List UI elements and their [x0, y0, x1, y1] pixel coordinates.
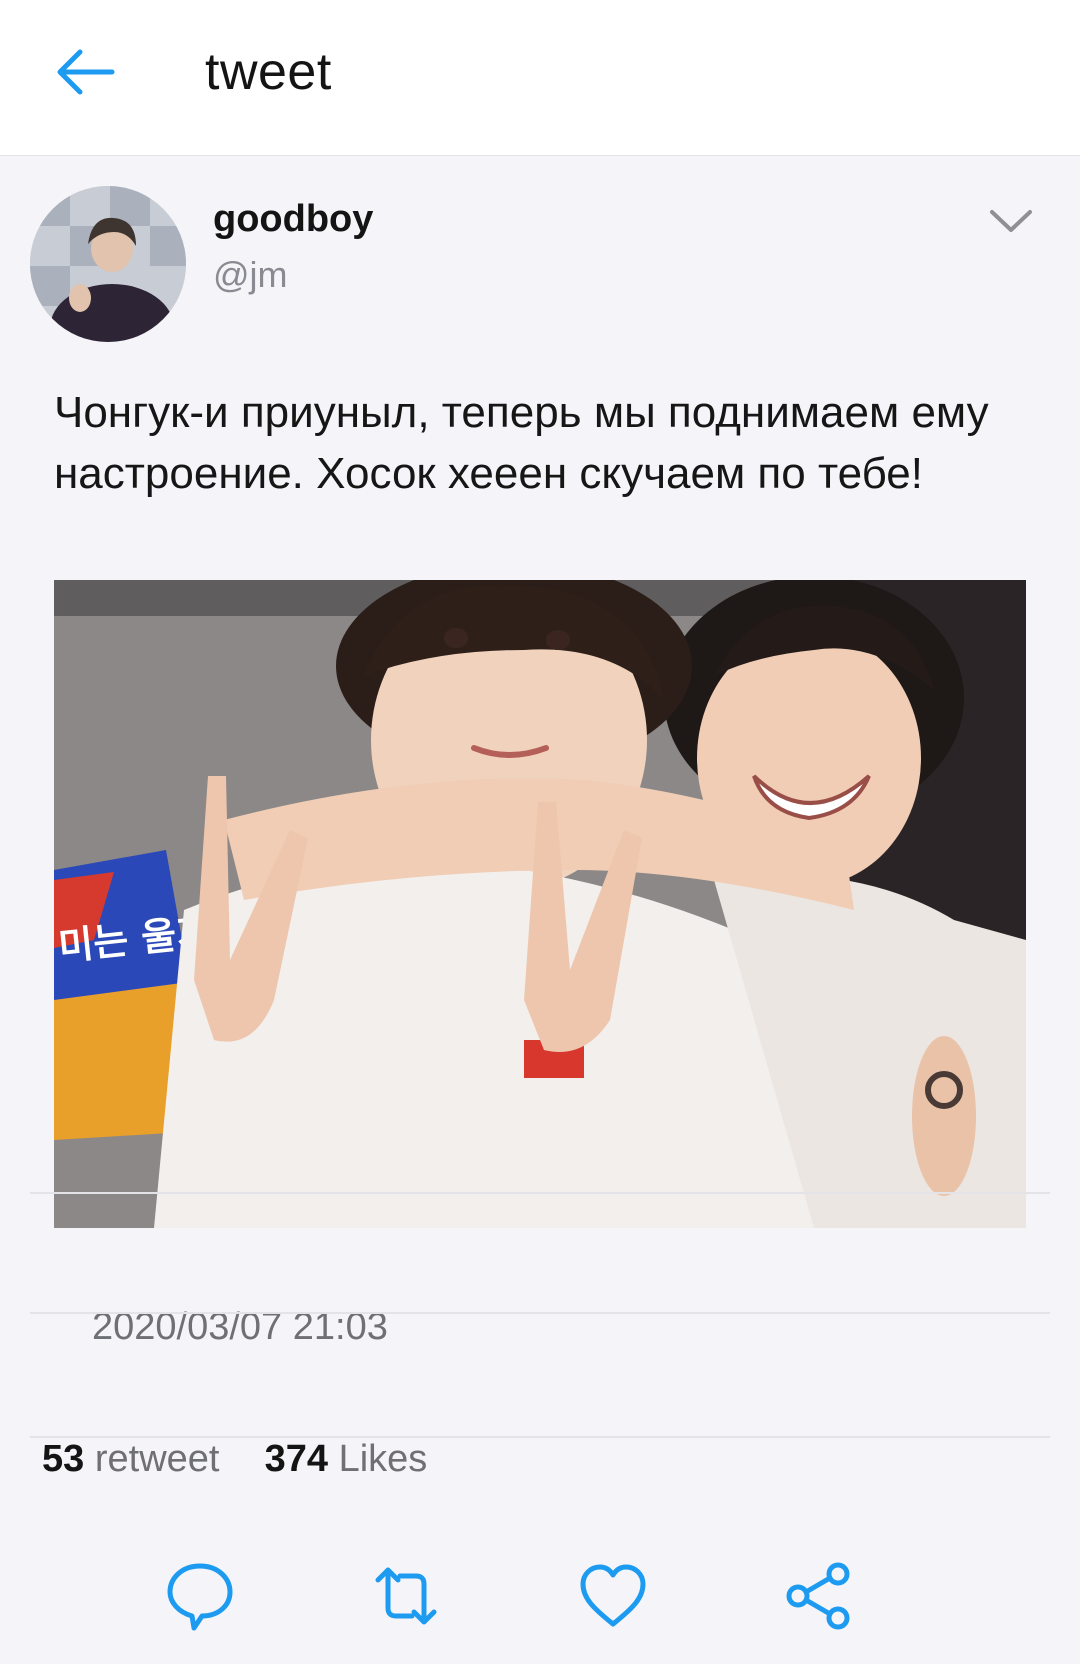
- heart-icon: [580, 1564, 646, 1627]
- retweet-count[interactable]: 53: [42, 1438, 84, 1480]
- retweet-icon: [375, 1567, 437, 1625]
- back-button[interactable]: [52, 44, 118, 100]
- tweet-stats: 53 retweet 374 Likes: [42, 1438, 427, 1481]
- retweet-label[interactable]: retweet: [95, 1438, 220, 1480]
- share-button[interactable]: [778, 1556, 858, 1636]
- like-button[interactable]: [573, 1556, 653, 1636]
- author-display-name[interactable]: goodboy: [213, 198, 373, 241]
- share-icon: [786, 1562, 850, 1630]
- author-handle[interactable]: @jm: [213, 254, 288, 296]
- like-label[interactable]: Likes: [339, 1438, 428, 1480]
- avatar[interactable]: [30, 186, 186, 342]
- tweet-photo[interactable]: 미는 울기: [54, 580, 1026, 1228]
- like-count[interactable]: 374: [265, 1438, 328, 1480]
- tweet-detail: goodboy @jm Чонгук-и приуныл, теперь мы …: [0, 156, 1080, 1664]
- chevron-down-icon: [990, 210, 1032, 232]
- app-header: tweet: [0, 0, 1080, 156]
- divider: [30, 1312, 1050, 1314]
- page-title: tweet: [205, 43, 332, 101]
- tweet-menu-button[interactable]: [988, 206, 1034, 236]
- tweet-text: Чонгук-и приуныл, теперь мы поднимаем ем…: [54, 388, 989, 498]
- photo-illustration: 미는 울기: [54, 580, 1026, 1228]
- divider: [30, 1436, 1050, 1438]
- avatar-photo: [30, 186, 186, 342]
- reply-button[interactable]: [160, 1556, 240, 1636]
- arrow-left-icon: [57, 49, 115, 95]
- speech-bubble-icon: [167, 1563, 233, 1631]
- retweet-button[interactable]: [366, 1556, 446, 1636]
- divider: [30, 1192, 1050, 1194]
